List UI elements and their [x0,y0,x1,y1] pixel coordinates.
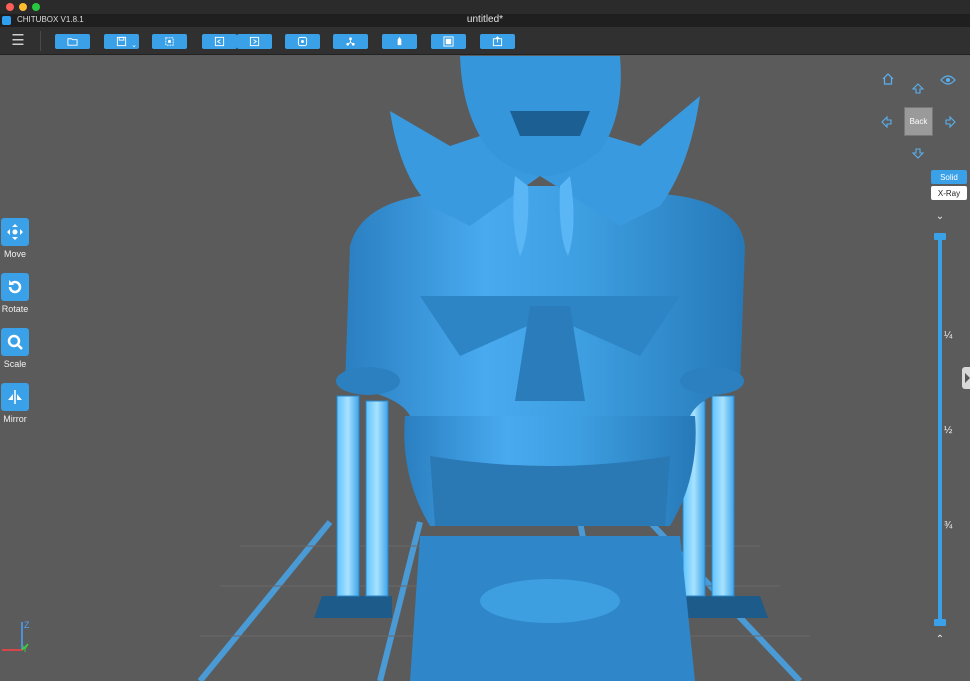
redo-button[interactable] [237,34,272,49]
mirror-label: Mirror [3,414,27,424]
redo-icon [249,36,260,47]
solid-mode-button[interactable]: Solid [931,170,967,184]
eye-icon[interactable] [940,74,956,86]
arrow-left-icon[interactable] [881,115,893,129]
layer-slider-track[interactable] [938,236,942,624]
save-icon [116,36,127,47]
settings-button[interactable] [285,34,320,49]
window-title-bar [0,0,970,14]
axis-indicator: Z Y [2,620,30,654]
scale-icon [1,328,29,356]
scene-render [197,56,810,681]
folder-icon [67,38,78,46]
rotate-icon [1,273,29,301]
arrow-up-icon[interactable] [911,83,925,95]
undo-button[interactable] [202,34,237,49]
axis-y-label: Y [22,644,28,654]
save-button[interactable]: ⌄ [104,34,139,49]
minimize-window-button[interactable] [19,3,27,11]
slice-button[interactable] [431,34,466,49]
undo-icon [214,36,225,47]
slider-mark-three-quarters: ¾ [944,520,953,531]
layer-slider-bottom-handle[interactable] [934,619,946,626]
support-icon [346,37,355,46]
chevron-down-icon: ⌄ [131,42,137,49]
select-icon [165,37,174,46]
layer-slider-top-handle[interactable] [934,233,946,240]
mirror-tool[interactable]: Mirror [0,383,30,424]
app-bar: CHITUBOX V1.8.1 untitled* [0,14,970,27]
chevron-up-icon[interactable]: ⌃ [934,634,946,645]
export-icon [492,36,503,47]
raft-left [314,596,392,618]
toolbar-divider [40,31,41,51]
side-panel-toggle[interactable] [962,367,970,389]
export-button[interactable] [480,34,515,49]
view-cube-back[interactable]: Back [904,107,933,136]
3d-viewport[interactable]: Move Rotate Scale Mirror Back Solid X-Ra… [0,56,970,681]
document-title: untitled* [466,14,504,25]
arrow-right-icon[interactable] [944,115,956,129]
slider-mark-half: ½ [944,425,953,436]
slider-mark-quarter: ¼ [944,330,953,341]
arrow-down-icon[interactable] [911,147,925,159]
scale-label: Scale [3,359,27,369]
move-icon [1,218,29,246]
hamburger-icon[interactable]: ☰ [10,33,26,49]
main-toolbar: ☰ ⌄ [0,27,970,55]
mirror-icon [1,383,29,411]
zoom-window-button[interactable] [32,3,40,11]
bust-model [336,56,745,681]
slice-icon [443,36,454,47]
hollow-icon [397,36,402,46]
hollow-button[interactable] [382,34,417,49]
move-label: Move [3,249,26,259]
chevron-down-icon[interactable]: ⌄ [934,211,946,222]
home-icon[interactable] [881,72,895,86]
settings-icon [297,36,308,47]
xray-mode-button[interactable]: X-Ray [931,186,967,200]
rotate-label: Rotate [1,304,29,314]
scale-tool[interactable]: Scale [0,328,30,369]
move-tool[interactable]: Move [0,218,30,259]
open-file-button[interactable] [55,34,90,49]
support-button[interactable] [333,34,368,49]
raft-right [676,596,768,618]
axis-z-label: Z [24,620,30,630]
select-all-button[interactable] [152,34,187,49]
rotate-tool[interactable]: Rotate [0,273,30,314]
close-window-button[interactable] [6,3,14,11]
